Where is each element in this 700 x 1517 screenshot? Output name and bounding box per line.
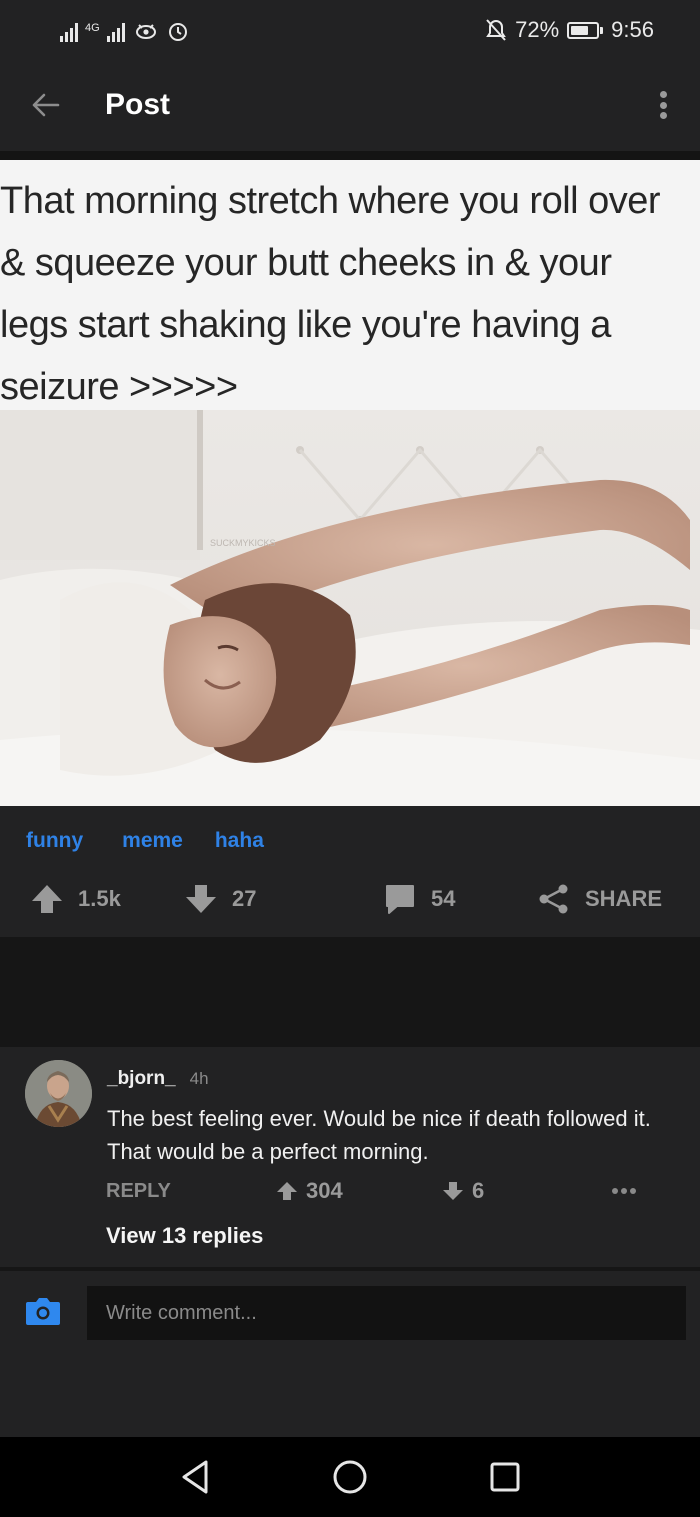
meme-caption-line: That morning stretch where you roll over (0, 180, 661, 222)
comment-item: _bjorn_ 4h The best feeling ever. Would … (0, 1047, 700, 1267)
status-indicators: 4G (60, 16, 189, 42)
comments-button[interactable]: 54 (383, 872, 455, 926)
battery-icon (567, 21, 604, 39)
view-replies-link[interactable]: View 13 replies (106, 1223, 263, 1249)
app-bar: Post (0, 58, 700, 151)
reply-button[interactable]: REPLY (106, 1180, 171, 1203)
tag-meme[interactable]: meme (122, 829, 183, 853)
upvote-icon (32, 885, 62, 913)
post-image[interactable]: That morning stretch where you roll over… (0, 160, 700, 806)
system-nav-bar (0, 1437, 700, 1517)
signal-icon (106, 22, 125, 42)
camera-icon[interactable] (25, 1295, 61, 1327)
downvote-icon (443, 1182, 463, 1200)
comment-username[interactable]: _bjorn_ (107, 1068, 176, 1090)
clock: 9:56 (611, 17, 654, 42)
meme-watermark: SUCKMYKICKS (210, 538, 276, 548)
section-gap (0, 937, 700, 1047)
divider (0, 151, 700, 160)
mute-icon (486, 19, 506, 41)
comment-more-icon[interactable] (612, 1188, 636, 1194)
tag-funny[interactable]: funny (26, 829, 83, 853)
more-vertical-icon[interactable] (646, 88, 680, 122)
nav-home-icon[interactable] (330, 1457, 370, 1497)
comment-text: The best feeling ever. Would be nice if … (107, 1106, 651, 1164)
meme-caption-line: legs start shaking like you're having a (0, 304, 611, 346)
post-tags: funny meme haha (26, 829, 264, 853)
downvote-icon (186, 885, 216, 913)
comment-upvote-count: 304 (306, 1178, 343, 1203)
battery-percent: 72% (515, 17, 560, 42)
comment-composer (0, 1271, 700, 1437)
share-button[interactable]: SHARE (537, 872, 662, 926)
eye-icon (135, 24, 156, 39)
share-label: SHARE (585, 886, 663, 911)
upvote-button[interactable]: 1.5k (30, 872, 121, 926)
comment-downvote-count: 6 (472, 1178, 485, 1203)
signal-icon (60, 22, 78, 42)
meme-photo: SUCKMYKICKS (0, 410, 700, 806)
status-right-group: 72% 9:56 (485, 16, 654, 44)
page-title: Post (105, 88, 171, 121)
comment-icon (386, 885, 414, 914)
meme-caption: That morning stretch where you roll over… (0, 160, 700, 410)
comment-input[interactable] (87, 1286, 686, 1340)
tag-haha[interactable]: haha (215, 829, 264, 853)
share-icon (539, 884, 568, 914)
upvote-count: 1.5k (78, 886, 121, 911)
downvote-button[interactable]: 27 (184, 872, 256, 926)
downvote-count: 27 (232, 886, 257, 911)
alarm-icon (168, 23, 187, 41)
meme-caption-line: seizure >>>>> (0, 366, 238, 408)
upvote-icon (277, 1182, 297, 1200)
avatar[interactable] (25, 1060, 92, 1127)
nav-recents-icon[interactable] (485, 1457, 525, 1497)
comment-header: _bjorn_ 4h (107, 1068, 209, 1090)
comment-upvote-button[interactable]: 304 (276, 1178, 343, 1204)
nav-back-icon[interactable] (175, 1457, 215, 1497)
comment-time: 4h (189, 1069, 209, 1088)
comment-downvote-button[interactable]: 6 (442, 1178, 484, 1204)
post-actions: 1.5k 27 54 SHARE (0, 872, 700, 926)
comment-count: 54 (431, 886, 456, 911)
status-bar: 4G 72% 9:56 (0, 0, 700, 58)
meme-caption-line: & squeeze your butt cheeks in & your (0, 242, 612, 284)
network-type-label: 4G (85, 22, 100, 34)
back-arrow-icon[interactable] (28, 88, 62, 122)
